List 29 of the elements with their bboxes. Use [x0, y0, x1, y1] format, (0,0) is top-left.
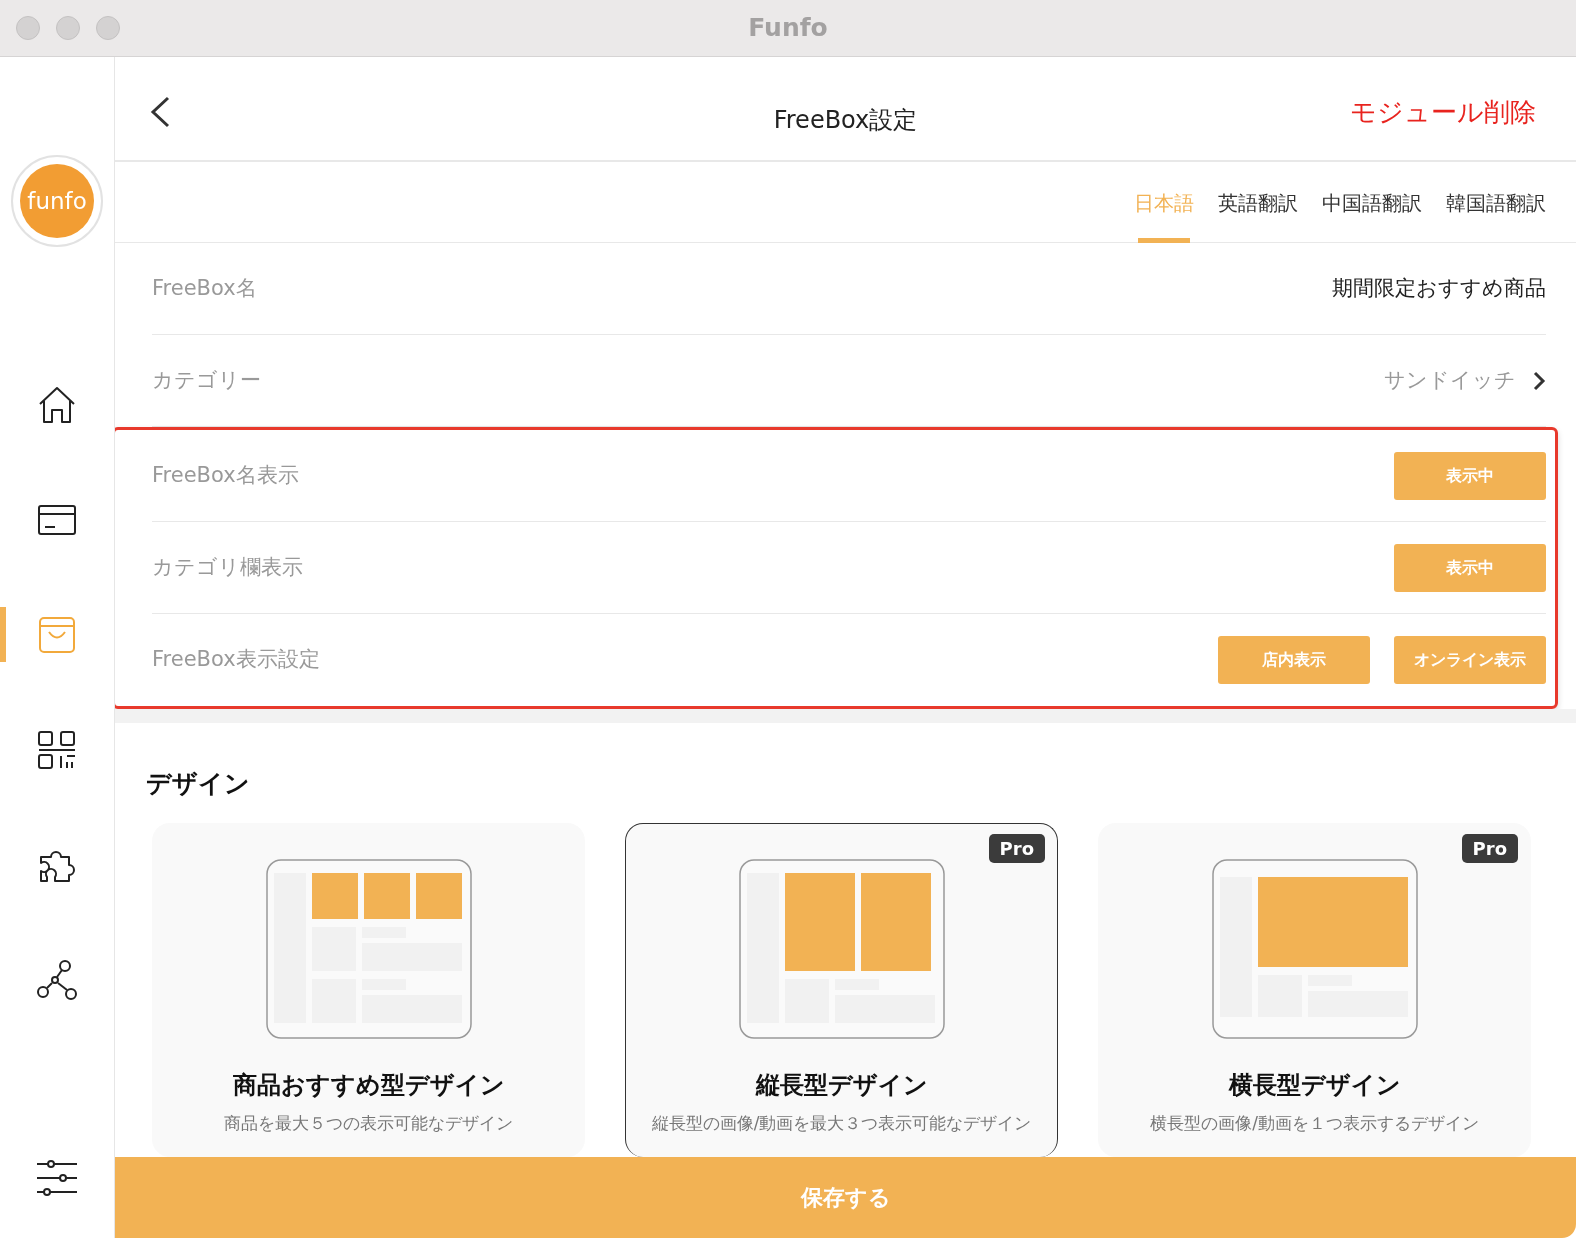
setting-label: カテゴリ欄表示: [152, 553, 303, 581]
card-title: 商品おすすめ型デザイン: [231, 1070, 506, 1101]
design-card[interactable]: Pro 横長型デザイン 横長型の画像/動画を１つ表示するデザイン: [1098, 823, 1531, 1157]
setting-value: 期間限定おすすめ商品: [1332, 274, 1546, 302]
language-tab[interactable]: 韓国語翻訳: [1446, 162, 1546, 243]
page-title: FreeBox設定: [773, 105, 918, 136]
setting-label: カテゴリー: [152, 366, 261, 394]
design-card[interactable]: Pro 縦長型デザイン 縦長型の画像/動画を最大３つ表示可能なデザイン: [625, 823, 1058, 1157]
card-description: 縦長型の画像/動画を最大３つ表示可能なデザイン: [650, 1112, 1033, 1135]
card-title: 縦長型デザイン: [754, 1070, 929, 1101]
card-description: 横長型の画像/動画を１つ表示するデザイン: [1149, 1112, 1480, 1135]
setting-value: サンドイッチ: [1384, 366, 1516, 394]
network-icon[interactable]: [35, 957, 79, 1002]
section-title: デザイン: [146, 769, 250, 798]
setting-label: FreeBox名表示: [152, 461, 299, 489]
language-tab[interactable]: 中国語翻訳: [1322, 162, 1422, 243]
delete-module-link[interactable]: モジュール削除: [1350, 93, 1536, 132]
setting-label: FreeBox名: [152, 274, 257, 302]
window-title: Funfo: [748, 12, 828, 45]
setting-label: FreeBox表示設定: [152, 646, 320, 674]
design-card[interactable]: 商品おすすめ型デザイン 商品を最大５つの表示可能なデザイン: [152, 823, 585, 1157]
chevron-right-icon[interactable]: [1532, 369, 1546, 392]
back-icon[interactable]: [148, 95, 172, 129]
pro-badge: Pro: [1461, 834, 1518, 863]
card-title: 横長型デザイン: [1227, 1070, 1402, 1101]
app-logo: funfo: [11, 155, 103, 247]
card-description: 商品を最大５つの表示可能なデザイン: [223, 1112, 514, 1135]
language-tab[interactable]: 英語翻訳: [1218, 162, 1298, 243]
pro-badge: Pro: [988, 834, 1045, 863]
